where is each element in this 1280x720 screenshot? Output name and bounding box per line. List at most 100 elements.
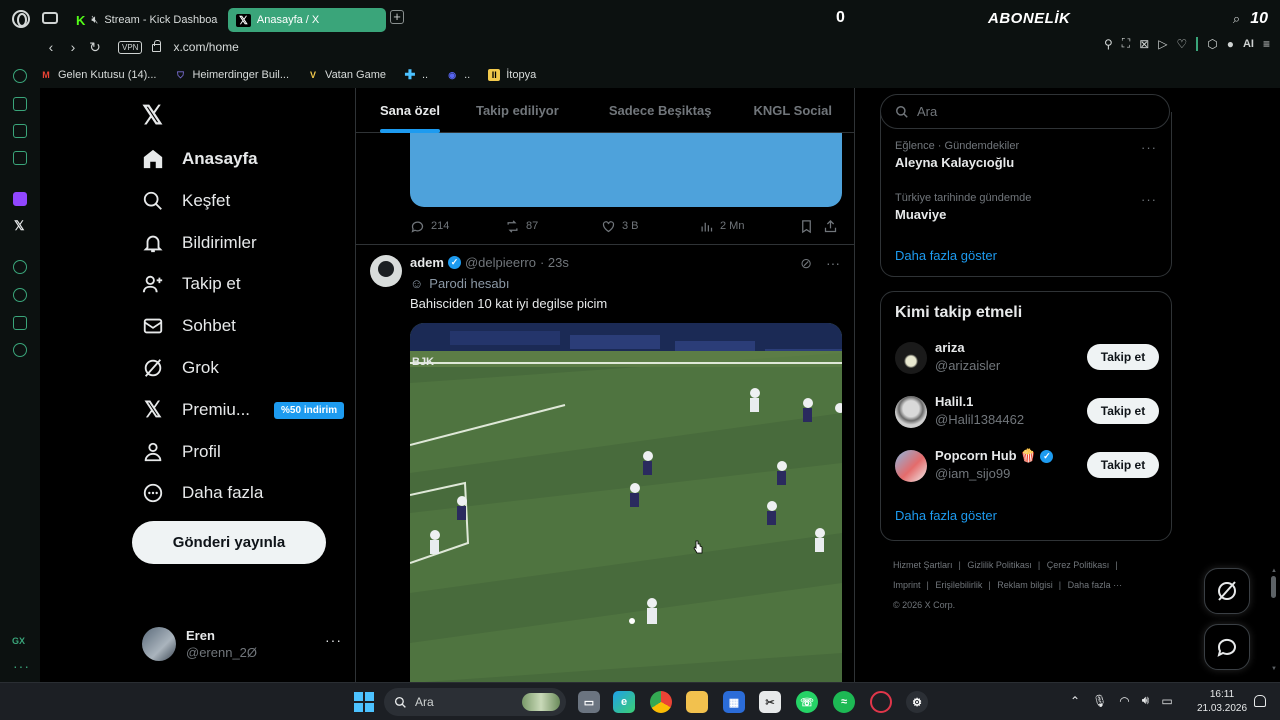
follow-suggestion[interactable]: ariza @arizaisler Takip et <box>895 338 1159 378</box>
game-icon[interactable] <box>13 97 27 111</box>
nav-follow[interactable]: Takip et <box>142 270 241 298</box>
player-icon[interactable] <box>13 260 27 274</box>
nav-grok[interactable]: Grok <box>142 354 219 382</box>
back-icon[interactable]: ‹ <box>40 39 62 55</box>
system-clock[interactable]: 16:11 21.03.2026 <box>1196 688 1248 716</box>
footer-link[interactable]: Daha fazla ··· <box>1068 580 1123 590</box>
tab-kngl-social[interactable]: KNGL Social <box>741 88 844 133</box>
snapshot-icon[interactable]: ⛶ <box>1122 36 1130 51</box>
stripes-icon[interactable] <box>13 124 27 138</box>
footer-link[interactable]: Erişilebilirlik <box>935 580 982 590</box>
more-dots-icon[interactable]: ··· <box>1141 140 1157 155</box>
extensions-icon[interactable]: ⬡ <box>1207 37 1217 51</box>
footer-link[interactable]: Reklam bilgisi <box>997 580 1053 590</box>
bookmark-vatan[interactable]: V Vatan Game <box>307 69 386 81</box>
battery-icon[interactable]: ▭ <box>1161 694 1172 708</box>
search-tabs-icon[interactable]: ⌕ <box>1233 11 1240 27</box>
twitch-icon[interactable] <box>13 192 27 206</box>
new-tab-button[interactable]: + <box>390 10 404 24</box>
scroll-up-icon[interactable]: ▲ <box>1271 568 1277 574</box>
scroll-down-icon[interactable]: ▼ <box>1271 666 1277 672</box>
file-explorer-icon[interactable] <box>686 691 708 713</box>
follow-button[interactable]: Takip et <box>1087 398 1159 424</box>
grok-fab-button[interactable] <box>1204 568 1250 614</box>
extensions-sidebar-icon[interactable] <box>13 316 27 330</box>
like-button[interactable]: 3 B <box>601 219 699 234</box>
nav-messages[interactable]: Sohbet <box>142 312 236 340</box>
nav-notifications[interactable]: Bildirimler <box>142 229 257 257</box>
trends-show-more[interactable]: Daha fazla göster <box>895 248 997 263</box>
microphone-icon[interactable]: 🎙︎ <box>1092 694 1107 708</box>
more-dots-icon[interactable]: ··· <box>325 632 342 648</box>
spotify-icon[interactable]: ≈ <box>833 691 855 713</box>
account-switcher[interactable]: Eren @erenn_2Ø ··· <box>142 626 342 662</box>
bookmark-heimerdinger[interactable]: ⛉ Heimerdinger Buil... <box>174 69 289 81</box>
bookmark-button[interactable] <box>799 219 823 234</box>
opera-logo-icon[interactable] <box>12 10 30 28</box>
footer-link[interactable]: Imprint <box>893 580 921 590</box>
tab-x-home[interactable]: 𝕏 Anasayfa / X <box>228 8 386 32</box>
sidebar-more-icon[interactable]: ··· <box>13 658 30 674</box>
trend-item[interactable]: Eğlence · Gündemdekiler Aleyna Kalaycıoğ… <box>895 140 1157 170</box>
profile-icon[interactable]: ● <box>1227 37 1234 51</box>
nav-explore[interactable]: Keşfet <box>142 187 230 215</box>
avatar[interactable] <box>370 255 402 287</box>
share-button[interactable] <box>823 219 839 234</box>
tweet-author-name[interactable]: adem <box>410 255 444 270</box>
reply-button[interactable]: 214 <box>410 219 505 234</box>
previous-tweet-media[interactable] <box>410 133 842 207</box>
bookmark-discord[interactable]: ◉ .. <box>446 69 470 81</box>
trend-item[interactable]: Türkiye tarihinde gündemde Muaviye ··· <box>895 192 1157 222</box>
snipping-tool-icon[interactable]: ✂ <box>759 691 781 713</box>
tweet-author-handle[interactable]: @delpieerro <box>465 255 536 270</box>
x-logo-icon[interactable]: 𝕏 <box>142 100 163 131</box>
heart-icon[interactable]: ♡ <box>1176 37 1187 51</box>
store-icon[interactable]: ▦ <box>723 691 745 713</box>
whatsapp-icon[interactable]: ☏ <box>796 691 818 713</box>
footer-link[interactable]: Gizlilik Politikası <box>967 560 1032 570</box>
follow-button[interactable]: Takip et <box>1087 344 1159 370</box>
follow-show-more[interactable]: Daha fazla göster <box>895 508 997 523</box>
post-button[interactable]: Gönderi yayınla <box>132 521 326 564</box>
follow-button[interactable]: Takip et <box>1087 452 1159 478</box>
ai-button[interactable]: AI <box>1243 38 1254 50</box>
nav-premium[interactable]: 𝕏 Premiu... %50 indirim <box>142 396 345 424</box>
wifi-icon[interactable]: ◠ <box>1119 694 1129 708</box>
more-dots-icon[interactable]: ··· <box>826 255 840 272</box>
chevron-up-icon[interactable]: ⌃ <box>1070 694 1080 708</box>
tweet-time[interactable]: · 23s <box>540 255 569 270</box>
bookmark-itopya[interactable]: II İtopya <box>488 69 536 81</box>
search-input[interactable]: Ara <box>880 94 1170 129</box>
steam-icon[interactable]: ⚙ <box>906 691 928 713</box>
views-button[interactable]: 2 Mn <box>699 219 799 234</box>
tab-following[interactable]: Takip ediliyor <box>464 88 571 133</box>
lock-icon[interactable] <box>152 40 162 52</box>
opera-gx-icon[interactable] <box>870 691 892 713</box>
chat-fab-button[interactable] <box>1204 624 1250 670</box>
vpn-badge[interactable]: VPN <box>118 40 143 54</box>
follow-suggestion[interactable]: Halil.1 @Halil1384462 Takip et <box>895 392 1159 432</box>
bookmark-gmail[interactable]: M Gelen Kutusu (14)... <box>40 69 156 81</box>
settings-icon[interactable] <box>13 343 27 357</box>
menu-icon[interactable]: ≡ <box>1263 37 1270 51</box>
follow-suggestion[interactable]: Popcorn Hub 🍿 ✓ @iam_sijo99 Takip et <box>895 446 1159 486</box>
gx-icon[interactable]: GX <box>12 636 25 646</box>
bookmark-plus[interactable]: ✚ .. <box>404 68 429 81</box>
tab-switcher-icon[interactable] <box>42 12 58 24</box>
nav-more[interactable]: Daha fazla <box>142 479 263 507</box>
footer-link[interactable]: Hizmet Şartları <box>893 560 953 570</box>
edge-icon[interactable]: e <box>613 691 635 713</box>
history-icon[interactable] <box>13 288 27 302</box>
notification-bell-icon[interactable] <box>1254 695 1266 707</box>
footer-link[interactable]: Çerez Politikası <box>1047 560 1110 570</box>
tab-besiktas[interactable]: Sadece Beşiktaş <box>597 88 724 133</box>
tweet-video[interactable]: BJK <box>410 323 842 682</box>
repost-button[interactable]: 87 <box>505 219 601 234</box>
windows-start-icon[interactable] <box>354 692 374 712</box>
tab-for-you[interactable]: Sana özel <box>368 88 452 133</box>
reload-icon[interactable]: ↻ <box>84 39 106 56</box>
muted-speaker-icon[interactable]: 🔇︎ <box>91 14 98 27</box>
task-view-icon[interactable]: ▭ <box>578 691 600 713</box>
forward-icon[interactable]: › <box>62 39 84 55</box>
nav-home[interactable]: Anasayfa <box>142 145 258 173</box>
